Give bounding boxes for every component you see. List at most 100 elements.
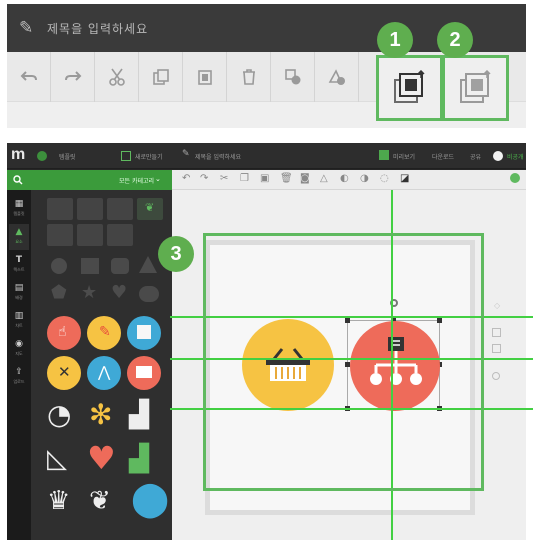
bring-to-front-icon[interactable]: ◪ xyxy=(400,173,409,184)
undo-icon[interactable]: ↶ xyxy=(182,173,190,184)
shape-pentagon[interactable]: ⬟ xyxy=(51,284,67,302)
delete-button[interactable] xyxy=(227,52,271,102)
rail-item-element[interactable]: ▲ 요소 xyxy=(9,224,29,250)
screen-icon[interactable] xyxy=(127,356,161,390)
side-tool-icon[interactable]: ◇ xyxy=(494,301,500,310)
search-bar[interactable]: 모든 카테고리 ⌄ xyxy=(7,170,172,190)
map-icon: ◉ xyxy=(15,339,23,349)
category-person[interactable] xyxy=(77,224,103,246)
leaf-icon: ❦ xyxy=(145,201,155,214)
shape-pill[interactable] xyxy=(139,286,159,302)
element-panel: ❦ ⬟ ★ ♥ ☝ ✎ ✕ ⋀ ◔ ✻ ▟ ◺ ♥ ▟ ♛ ❦ ⬤ xyxy=(31,190,172,540)
ungroup-icon[interactable]: △ xyxy=(320,173,328,184)
delete-icon[interactable]: 🗑 xyxy=(280,173,293,184)
privacy-toggle[interactable] xyxy=(493,151,503,161)
ungroup-icon xyxy=(328,69,345,85)
hand-pointer-icon[interactable]: ☝ xyxy=(47,316,81,350)
paste-icon xyxy=(198,70,212,85)
redo-icon[interactable]: ↷ xyxy=(200,173,208,184)
rail-item-text[interactable]: T 텍스트 xyxy=(9,252,29,278)
category-icon[interactable]: ❦ xyxy=(137,198,163,220)
privacy-label: 비공개 xyxy=(507,154,524,161)
lock-icon[interactable]: ◐ xyxy=(340,173,349,184)
idea-icon[interactable]: ✎ xyxy=(87,316,121,350)
pencil-icon: ✎ xyxy=(19,18,34,38)
redo-button[interactable] xyxy=(51,52,95,102)
cut-icon[interactable]: ✂ xyxy=(220,173,228,184)
header-doc-title[interactable]: 제목을 입력하세요 xyxy=(195,152,241,161)
undo-button[interactable] xyxy=(7,52,51,102)
group-button[interactable] xyxy=(271,52,315,102)
shape-triangle[interactable] xyxy=(139,256,157,273)
preview-button[interactable]: 미리보기 xyxy=(393,152,415,161)
header-item-new[interactable]: 새로만들기 xyxy=(135,152,163,161)
preview-icon xyxy=(379,150,389,160)
copy-icon[interactable]: ❐ xyxy=(240,173,249,184)
help-icon[interactable] xyxy=(510,173,520,183)
editor-toolbar: ↶ ↷ ✂ ❐ ▣ 🗑 ◙ △ ◐ ◑ ◌ ◪ xyxy=(172,170,526,190)
pie-chart-icon[interactable]: ◔ xyxy=(47,400,71,430)
rail-item-background[interactable]: ▤ 배경 xyxy=(9,280,29,306)
paste-icon[interactable]: ▣ xyxy=(260,173,269,184)
category-shape[interactable] xyxy=(47,224,73,246)
share-button[interactable]: 공유 xyxy=(470,152,481,161)
shape-circle[interactable] xyxy=(51,258,67,274)
handshake-icon[interactable]: ❦ xyxy=(89,486,111,516)
element-icon: ▲ xyxy=(15,227,23,237)
chevron-down-icon: ⌄ xyxy=(155,175,161,183)
flip-icon[interactable]: ◑ xyxy=(360,173,369,184)
lamp-icon[interactable]: ♛ xyxy=(47,486,70,516)
step-badge-1: 1 xyxy=(377,22,413,58)
note-icon[interactable] xyxy=(127,316,161,350)
bring-to-front-icon xyxy=(394,70,425,103)
group-icon[interactable]: ◙ xyxy=(300,173,310,184)
category-line[interactable] xyxy=(107,198,133,220)
undo-icon xyxy=(20,71,37,81)
category-rail: ▦ 템플릿 ▲ 요소 T 텍스트 ▤ 배경 ▥ 차트 ◉ 지도 ⇪ 업로드 xyxy=(7,190,31,540)
bring-to-front-button[interactable] xyxy=(376,55,443,121)
home-icon[interactable] xyxy=(37,151,47,161)
pencil-ruler-icon[interactable]: ✕ xyxy=(47,356,81,390)
header-item-template[interactable]: 템플릿 xyxy=(59,152,76,161)
ruler-icon[interactable]: ◺ xyxy=(47,444,67,474)
search-icon xyxy=(13,175,23,185)
document-title[interactable]: 제목을 입력하세요 xyxy=(47,20,148,37)
category-dropdown[interactable]: 모든 카테고리 xyxy=(119,176,154,185)
ungroup-button[interactable] xyxy=(315,52,359,102)
shape-rounded-square[interactable] xyxy=(111,258,129,274)
redo-icon xyxy=(65,71,82,81)
opacity-icon[interactable]: ◌ xyxy=(380,173,389,184)
delete-icon xyxy=(243,69,255,85)
category-text-art[interactable] xyxy=(77,198,103,220)
compass-icon[interactable]: ⋀ xyxy=(87,356,121,390)
paste-button[interactable] xyxy=(183,52,227,102)
side-tool-icon[interactable] xyxy=(492,328,501,337)
rail-item-upload[interactable]: ⇪ 업로드 xyxy=(9,364,29,390)
background-icon: ▤ xyxy=(14,283,24,293)
location-pin-icon[interactable]: ⬤ xyxy=(131,482,169,516)
bar-chart-icon[interactable]: ▟ xyxy=(129,400,149,430)
download-button[interactable]: 다운로드 xyxy=(432,152,454,161)
network-icon[interactable]: ✻ xyxy=(89,400,112,430)
side-tool-icon[interactable] xyxy=(492,372,500,380)
heart-icon[interactable]: ♥ xyxy=(87,442,116,474)
copy-button[interactable] xyxy=(139,52,183,102)
copy-icon xyxy=(153,69,169,85)
rail-item-map[interactable]: ◉ 지도 xyxy=(9,336,29,362)
cut-icon xyxy=(109,68,125,86)
send-to-back-icon xyxy=(460,70,491,103)
group-icon xyxy=(285,69,301,85)
chart-icon: ▥ xyxy=(14,311,24,321)
shape-star[interactable]: ★ xyxy=(81,284,97,302)
shape-square[interactable] xyxy=(81,258,99,274)
rail-item-template[interactable]: ▦ 템플릿 xyxy=(9,196,29,222)
growth-chart-icon[interactable]: ▟ xyxy=(129,444,149,474)
shape-heart[interactable]: ♥ xyxy=(111,284,127,302)
rail-item-chart[interactable]: ▥ 차트 xyxy=(9,308,29,334)
send-to-back-button[interactable] xyxy=(442,55,509,121)
app-logo[interactable]: m xyxy=(11,146,25,164)
category-photo[interactable] xyxy=(47,198,73,220)
category-frame[interactable] xyxy=(107,224,133,246)
side-tool-icon[interactable] xyxy=(492,344,501,353)
cut-button[interactable] xyxy=(95,52,139,102)
